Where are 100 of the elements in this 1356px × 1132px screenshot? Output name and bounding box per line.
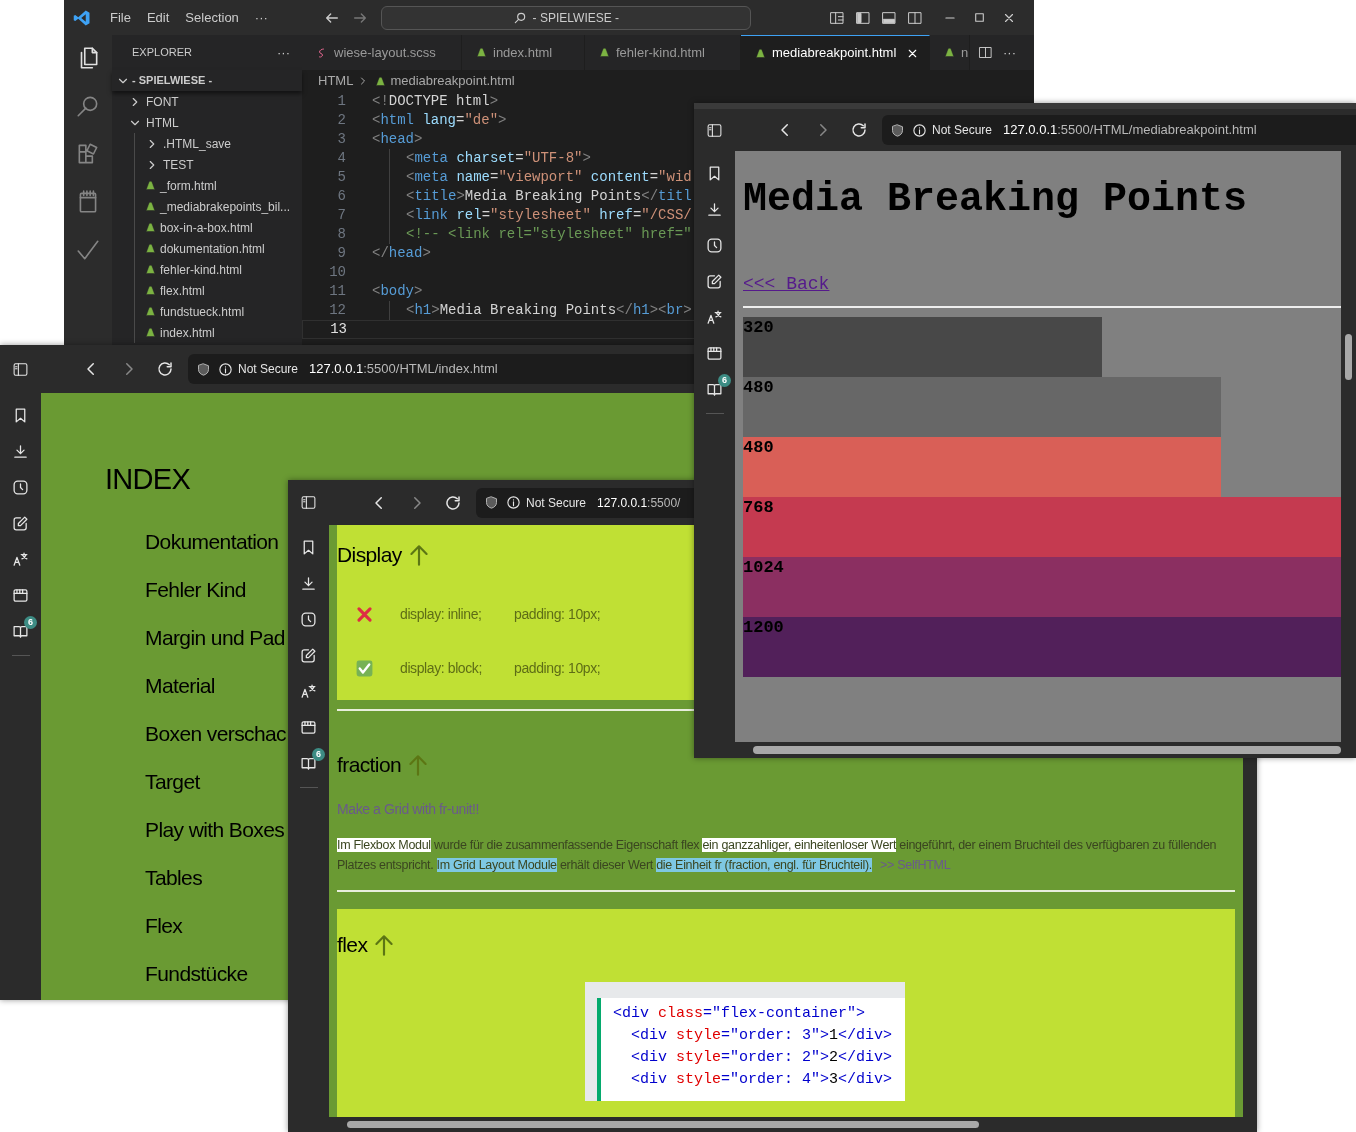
editor-tab[interactable]: n [930,35,970,70]
window-icon[interactable] [300,719,317,736]
folder-header[interactable]: - SPIELWIESE - [112,70,302,91]
explorer-row[interactable]: fehler-kind.html [134,259,302,280]
reading-list-icon[interactable] [300,755,317,772]
nav-link[interactable]: Fehler Kind [145,566,246,614]
split-layout-icon[interactable] [906,9,923,26]
line-number: 10 [328,263,346,282]
nav-link[interactable]: Boxen verschac [145,710,286,758]
nav-link[interactable]: Play with Boxes [145,806,285,854]
nav-link[interactable]: Fundstücke [145,950,248,998]
scrollbar[interactable] [329,1117,1257,1132]
layout-icon[interactable] [828,9,845,26]
scrollbar-thumb[interactable] [753,746,1341,754]
explorer-row[interactable]: fundstueck.html [134,301,302,322]
maximize-icon[interactable] [972,11,986,24]
more-actions-button[interactable]: ··· [1003,42,1016,63]
scrollbar-thumb[interactable] [347,1121,979,1128]
line-number: 8 [336,225,346,244]
reload-icon[interactable] [850,121,868,139]
menu-item[interactable]: ··· [248,4,274,31]
shield-icon[interactable] [890,122,905,138]
notes-icon[interactable] [300,647,317,664]
menu-item[interactable]: File [104,4,137,31]
more-actions-button[interactable]: ··· [277,42,290,63]
explorer-row[interactable]: _form.html [134,175,302,196]
translate-icon[interactable] [12,551,29,568]
nav-link[interactable]: Flex [145,902,183,950]
editor-tab[interactable]: mediabreakpoint.html [741,35,930,70]
breakpoint-bar: 320 [743,317,1102,377]
address-bar[interactable]: Not Secure 127.0.0.1:5500/HTML/mediabreakpoint.html [882,115,1356,145]
reload-icon[interactable] [444,493,462,512]
file-icon [599,47,610,58]
explorer-row[interactable]: TEST [134,154,302,175]
explorer-row[interactable]: FONT [112,91,302,112]
download-icon[interactable] [12,443,29,460]
address-bar[interactable]: Not Secure 127.0.0.1:5500/HTML/index.html [188,354,694,384]
code-line: <meta charset="UTF-8"> [389,149,591,168]
download-icon[interactable] [706,201,723,218]
explorer-row[interactable]: .HTML_save [134,133,302,154]
panel-toggle-icon[interactable] [12,360,29,378]
panel-toggle-icon[interactable] [706,121,723,139]
nav-link[interactable]: Target [145,758,200,806]
scrollbar[interactable] [735,742,1356,758]
reading-list-icon[interactable] [12,623,29,640]
code-line: <div style="order: 2">2</div> [630,1048,893,1068]
breadcrumb-item[interactable]: HTML [318,71,354,91]
download-icon[interactable] [300,575,317,592]
line-number: 2 [336,111,346,130]
explorer-row[interactable]: flex.html [134,280,302,301]
explorer-row[interactable]: index.html [134,322,302,343]
file-icon [755,47,766,59]
nav-link[interactable]: Margin und Pad [145,614,285,662]
panel-toggle-icon[interactable] [300,494,317,511]
split-editor-icon[interactable] [978,45,993,60]
code-line: <!-- <link rel="stylesheet" href=" [389,225,692,244]
info-icon[interactable] [218,361,233,377]
line-number: 12 [328,301,346,320]
line-number: 1 [336,92,346,111]
reload-icon[interactable] [156,360,174,378]
info-icon[interactable] [506,495,521,510]
file-icon [145,285,156,296]
translate-icon[interactable] [300,683,317,700]
notes-icon[interactable] [12,515,29,532]
panel-toggle-icon[interactable] [880,9,897,26]
window-icon[interactable] [12,587,29,604]
explorer-row[interactable]: _mediabrakepoints_bil... [134,196,302,217]
explorer-row[interactable]: HTML [112,112,302,133]
notes-icon[interactable] [706,273,723,290]
file-icon [145,222,156,233]
menu-item[interactable]: Edit [140,4,176,31]
scrollbar-thumb[interactable] [1345,334,1352,380]
property-text: padding: 10px; [514,604,601,624]
nav-link[interactable]: Tables [145,854,203,902]
window-icon[interactable] [706,345,723,362]
history-icon[interactable] [706,237,723,254]
translate-icon[interactable] [706,309,723,326]
history-icon[interactable] [12,479,29,496]
section-heading: fraction [337,752,402,779]
history-icon[interactable] [300,611,317,628]
editor-tab[interactable]: index.html [462,35,585,70]
line-number: 13 [329,320,347,339]
nav-link[interactable]: Material [145,662,215,710]
nav-link[interactable]: Dokumentation [145,518,279,566]
count-badge: 6 [24,616,37,629]
command-center-label: - SPIELWIESE - [532,9,620,27]
explorer-row[interactable]: dokumentation.html [134,238,302,259]
breakpoint-bar: 480 [743,437,1222,497]
address-bar[interactable]: Not Secure 127.0.0.1:5500/ [476,487,694,518]
menu-item[interactable]: Selection [179,4,245,31]
info-icon[interactable] [912,122,927,138]
editor-tab[interactable]: wiese-layout.scss [302,35,462,70]
sidebar-toggle-icon[interactable] [854,9,871,26]
command-center[interactable]: - SPIELWIESE - [380,5,751,30]
explorer-row[interactable]: box-in-a-box.html [134,217,302,238]
shield-icon[interactable] [196,361,211,377]
file-icon [145,180,156,191]
breadcrumb-item[interactable]: mediabreakpoint.html [390,71,515,91]
shield-icon[interactable] [484,495,499,510]
reading-list-icon[interactable] [706,381,723,398]
